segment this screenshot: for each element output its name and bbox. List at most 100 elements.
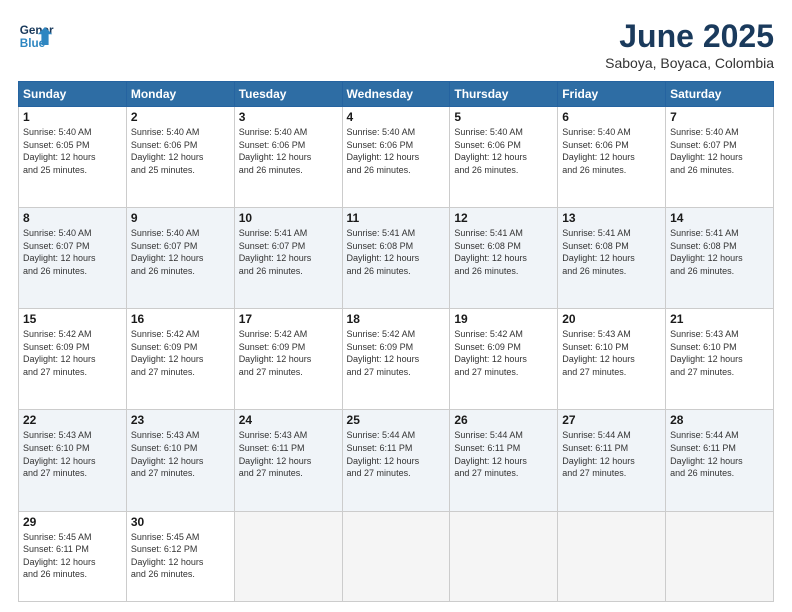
day-number: 16 [131,312,230,326]
weekday-header-row: SundayMondayTuesdayWednesdayThursdayFrid… [19,82,774,107]
day-info: Sunrise: 5:44 AM Sunset: 6:11 PM Dayligh… [347,429,446,479]
day-number: 11 [347,211,446,225]
calendar-cell: 2 Sunrise: 5:40 AM Sunset: 6:06 PM Daylig… [126,107,234,208]
day-number: 26 [454,413,553,427]
calendar-week-row: 29 Sunrise: 5:45 AM Sunset: 6:11 PM Dayli… [19,511,774,602]
calendar-cell: 7 Sunrise: 5:40 AM Sunset: 6:07 PM Daylig… [666,107,774,208]
day-number: 8 [23,211,122,225]
day-number: 25 [347,413,446,427]
day-info: Sunrise: 5:45 AM Sunset: 6:12 PM Dayligh… [131,531,230,581]
day-info: Sunrise: 5:41 AM Sunset: 6:07 PM Dayligh… [239,227,338,277]
day-info: Sunrise: 5:43 AM Sunset: 6:10 PM Dayligh… [670,328,769,378]
day-number: 5 [454,110,553,124]
day-number: 24 [239,413,338,427]
calendar-cell: 9 Sunrise: 5:40 AM Sunset: 6:07 PM Daylig… [126,208,234,309]
day-info: Sunrise: 5:41 AM Sunset: 6:08 PM Dayligh… [347,227,446,277]
day-info: Sunrise: 5:42 AM Sunset: 6:09 PM Dayligh… [131,328,230,378]
day-info: Sunrise: 5:41 AM Sunset: 6:08 PM Dayligh… [670,227,769,277]
calendar-cell: 29 Sunrise: 5:45 AM Sunset: 6:11 PM Dayli… [19,511,127,602]
day-info: Sunrise: 5:40 AM Sunset: 6:06 PM Dayligh… [562,126,661,176]
day-number: 29 [23,515,122,529]
calendar-cell: 25 Sunrise: 5:44 AM Sunset: 6:11 PM Dayli… [342,410,450,511]
title-block: June 2025 Saboya, Boyaca, Colombia [605,18,774,71]
calendar-cell [558,511,666,602]
day-number: 30 [131,515,230,529]
day-number: 1 [23,110,122,124]
weekday-header-wednesday: Wednesday [342,82,450,107]
header: General Blue June 2025 Saboya, Boyaca, C… [18,18,774,71]
calendar-cell: 1 Sunrise: 5:40 AM Sunset: 6:05 PM Daylig… [19,107,127,208]
calendar-cell: 5 Sunrise: 5:40 AM Sunset: 6:06 PM Daylig… [450,107,558,208]
calendar-cell [450,511,558,602]
day-number: 28 [670,413,769,427]
day-number: 3 [239,110,338,124]
weekday-header-monday: Monday [126,82,234,107]
calendar-week-row: 15 Sunrise: 5:42 AM Sunset: 6:09 PM Dayli… [19,309,774,410]
day-number: 6 [562,110,661,124]
day-number: 19 [454,312,553,326]
calendar-cell [666,511,774,602]
day-number: 13 [562,211,661,225]
day-number: 14 [670,211,769,225]
day-info: Sunrise: 5:42 AM Sunset: 6:09 PM Dayligh… [239,328,338,378]
calendar-week-row: 22 Sunrise: 5:43 AM Sunset: 6:10 PM Dayli… [19,410,774,511]
day-info: Sunrise: 5:41 AM Sunset: 6:08 PM Dayligh… [562,227,661,277]
day-info: Sunrise: 5:45 AM Sunset: 6:11 PM Dayligh… [23,531,122,581]
day-number: 10 [239,211,338,225]
logo: General Blue [18,18,54,54]
day-info: Sunrise: 5:40 AM Sunset: 6:06 PM Dayligh… [454,126,553,176]
day-number: 21 [670,312,769,326]
day-info: Sunrise: 5:40 AM Sunset: 6:07 PM Dayligh… [670,126,769,176]
weekday-header-saturday: Saturday [666,82,774,107]
calendar-cell: 4Sunrise: 5:40 AM Sunset: 6:06 PM Daylig… [342,107,450,208]
calendar-cell: 19Sunrise: 5:42 AM Sunset: 6:09 PM Dayli… [450,309,558,410]
day-info: Sunrise: 5:44 AM Sunset: 6:11 PM Dayligh… [562,429,661,479]
calendar-week-row: 8 Sunrise: 5:40 AM Sunset: 6:07 PM Daylig… [19,208,774,309]
calendar-cell: 30 Sunrise: 5:45 AM Sunset: 6:12 PM Dayli… [126,511,234,602]
day-info: Sunrise: 5:44 AM Sunset: 6:11 PM Dayligh… [454,429,553,479]
calendar-cell: 28 Sunrise: 5:44 AM Sunset: 6:11 PM Dayli… [666,410,774,511]
calendar-cell: 3 Sunrise: 5:40 AM Sunset: 6:06 PM Daylig… [234,107,342,208]
calendar-cell: 12Sunrise: 5:41 AM Sunset: 6:08 PM Dayli… [450,208,558,309]
calendar-cell: 11 Sunrise: 5:41 AM Sunset: 6:08 PM Dayli… [342,208,450,309]
day-number: 22 [23,413,122,427]
weekday-header-friday: Friday [558,82,666,107]
calendar-cell [234,511,342,602]
svg-text:General: General [20,24,54,37]
calendar-week-row: 1 Sunrise: 5:40 AM Sunset: 6:05 PM Daylig… [19,107,774,208]
day-info: Sunrise: 5:44 AM Sunset: 6:11 PM Dayligh… [670,429,769,479]
day-number: 27 [562,413,661,427]
day-info: Sunrise: 5:43 AM Sunset: 6:10 PM Dayligh… [131,429,230,479]
calendar-cell [342,511,450,602]
day-info: Sunrise: 5:40 AM Sunset: 6:07 PM Dayligh… [131,227,230,277]
calendar-cell: 21 Sunrise: 5:43 AM Sunset: 6:10 PM Dayli… [666,309,774,410]
calendar-cell: 14 Sunrise: 5:41 AM Sunset: 6:08 PM Dayli… [666,208,774,309]
day-number: 17 [239,312,338,326]
weekday-header-thursday: Thursday [450,82,558,107]
day-number: 12 [454,211,553,225]
day-number: 2 [131,110,230,124]
day-number: 7 [670,110,769,124]
day-info: Sunrise: 5:43 AM Sunset: 6:10 PM Dayligh… [562,328,661,378]
location-title: Saboya, Boyaca, Colombia [605,55,774,71]
calendar-cell: 10 Sunrise: 5:41 AM Sunset: 6:07 PM Dayli… [234,208,342,309]
calendar-cell: 20 Sunrise: 5:43 AM Sunset: 6:10 PM Dayli… [558,309,666,410]
day-number: 15 [23,312,122,326]
day-number: 9 [131,211,230,225]
day-info: Sunrise: 5:40 AM Sunset: 6:05 PM Dayligh… [23,126,122,176]
day-info: Sunrise: 5:40 AM Sunset: 6:06 PM Dayligh… [131,126,230,176]
day-number: 4 [347,110,446,124]
month-title: June 2025 [605,18,774,55]
calendar-cell: 8 Sunrise: 5:40 AM Sunset: 6:07 PM Daylig… [19,208,127,309]
day-info: Sunrise: 5:40 AM Sunset: 6:07 PM Dayligh… [23,227,122,277]
calendar-cell: 23 Sunrise: 5:43 AM Sunset: 6:10 PM Dayli… [126,410,234,511]
day-info: Sunrise: 5:40 AM Sunset: 6:06 PM Dayligh… [239,126,338,176]
day-number: 23 [131,413,230,427]
day-number: 20 [562,312,661,326]
day-info: Sunrise: 5:43 AM Sunset: 6:10 PM Dayligh… [23,429,122,479]
calendar-cell: 16 Sunrise: 5:42 AM Sunset: 6:09 PM Dayli… [126,309,234,410]
calendar-cell: 13 Sunrise: 5:41 AM Sunset: 6:08 PM Dayli… [558,208,666,309]
calendar-cell: 18Sunrise: 5:42 AM Sunset: 6:09 PM Dayli… [342,309,450,410]
page: General Blue June 2025 Saboya, Boyaca, C… [0,0,792,612]
calendar-cell: 17 Sunrise: 5:42 AM Sunset: 6:09 PM Dayli… [234,309,342,410]
